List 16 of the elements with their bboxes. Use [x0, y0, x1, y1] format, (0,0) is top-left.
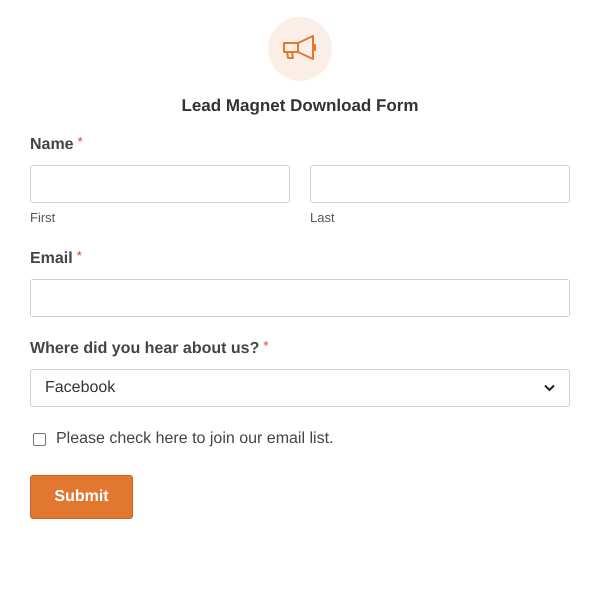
chevron-down-icon — [544, 384, 555, 392]
email-field[interactable] — [30, 279, 570, 317]
field-label: Where did you hear about us? — [30, 339, 260, 359]
dropdown-field[interactable]: Facebook — [30, 369, 570, 407]
form-title: Lead Magnet Download Form — [181, 95, 419, 117]
checkbox[interactable] — [33, 432, 46, 446]
field-label: Email — [30, 249, 73, 269]
text-field[interactable] — [30, 164, 290, 202]
required-mark: * — [263, 339, 268, 352]
field-sublabel: Last — [310, 208, 336, 226]
required-mark: * — [76, 249, 82, 262]
field-sublabel: First — [30, 208, 56, 226]
required-mark: * — [78, 134, 83, 148]
checkbox-label: Please check here to join our email list. — [56, 429, 334, 449]
field-label: Name — [30, 134, 74, 154]
text-field[interactable] — [310, 164, 570, 202]
